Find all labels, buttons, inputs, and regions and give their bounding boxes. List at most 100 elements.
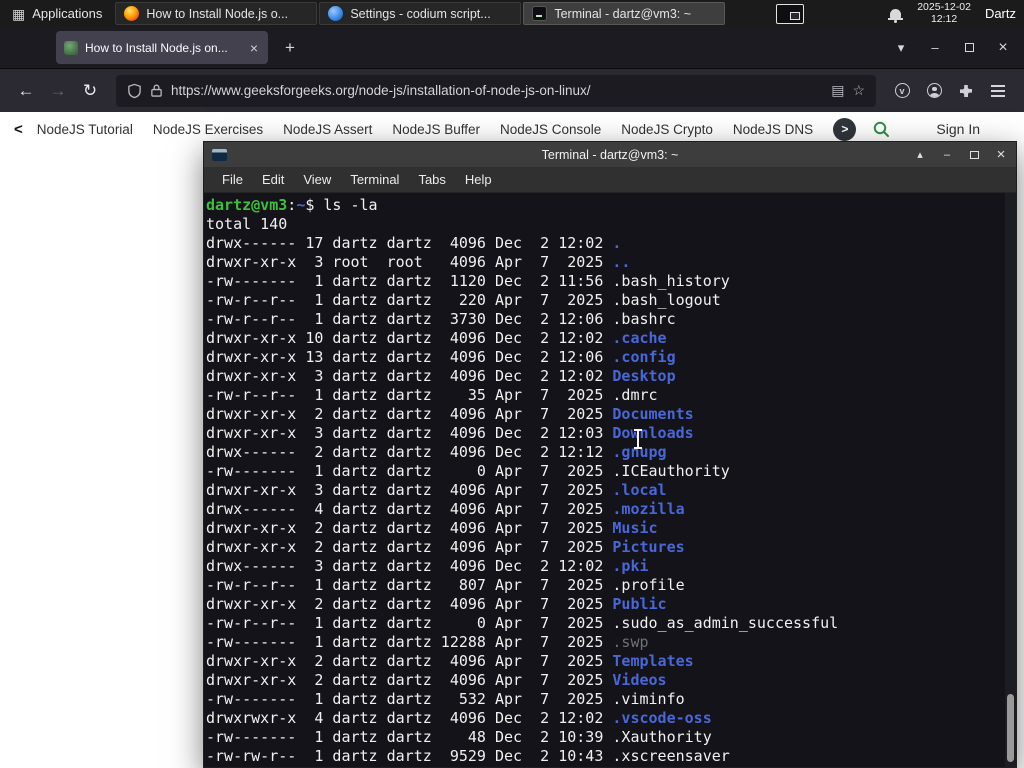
browser-toolbar: ← → ↻ https://www.geeksforgeeks.org/node…	[0, 68, 1024, 112]
site-nav-item[interactable]: NodeJS Crypto	[621, 122, 713, 137]
nav-scroll-right-button[interactable]: >	[833, 117, 857, 141]
terminal-line: -rw-r--r-- 1 dartz dartz 220 Apr 7 2025 …	[206, 291, 721, 309]
url-bar[interactable]: https://www.geeksforgeeks.org/node-js/in…	[116, 74, 876, 107]
terminal-line: drwxr-xr-x 2 dartz dartz 4096 Apr 7 2025…	[206, 405, 694, 423]
terminal-scrollbar-thumb[interactable]	[1007, 694, 1014, 762]
tab-favicon-icon	[64, 40, 78, 55]
terminal-minimize-button[interactable]: –	[940, 149, 954, 161]
list-tabs-button[interactable]: ▾	[884, 34, 918, 62]
reload-button[interactable]: ↻	[74, 76, 106, 106]
terminal-menu-edit[interactable]: Edit	[262, 172, 284, 187]
reader-view-icon[interactable]: ▤	[831, 82, 844, 99]
terminal-shade-button[interactable]: ▴	[913, 148, 927, 161]
lock-icon[interactable]	[150, 83, 163, 98]
file-name: .xscreensaver	[612, 747, 730, 765]
account-button[interactable]	[918, 76, 950, 106]
panel-clock[interactable]: 2025-12-02 12:12	[917, 1, 971, 25]
applications-menu-button[interactable]: ▦ Applications	[0, 0, 114, 27]
terminal-menu-help[interactable]: Help	[465, 172, 492, 187]
pocket-icon: v	[894, 83, 910, 98]
menu-button[interactable]	[982, 76, 1014, 106]
bookmark-star-icon[interactable]: ☆	[852, 82, 865, 99]
site-search-button[interactable]	[872, 120, 890, 138]
terminal-line: drwxr-xr-x 2 dartz dartz 4096 Apr 7 2025…	[206, 671, 667, 689]
site-nav-item[interactable]: NodeJS Console	[500, 122, 601, 137]
clock-date: 2025-12-02	[917, 1, 971, 13]
site-nav-item[interactable]: NodeJS Exercises	[153, 122, 263, 137]
taskbar-item-terminal[interactable]: Terminal - dartz@vm3: ~	[523, 2, 726, 25]
url-text[interactable]: https://www.geeksforgeeks.org/node-js/in…	[171, 83, 823, 98]
file-name: .dmrc	[612, 386, 658, 404]
file-name: .gnupg	[612, 443, 667, 461]
site-nav-item[interactable]: NodeJS Tutorial	[37, 122, 133, 137]
terminal-title: Terminal - dartz@vm3: ~	[541, 147, 679, 162]
taskbar-item-settings[interactable]: Settings - codium script...	[319, 2, 522, 25]
window-controls: ▾ – ×	[884, 34, 1020, 62]
terminal-menu-terminal[interactable]: Terminal	[350, 172, 399, 187]
applications-label: Applications	[32, 6, 103, 21]
terminal-line: drwxr-xr-x 2 dartz dartz 4096 Apr 7 2025…	[206, 652, 694, 670]
browser-maximize-button[interactable]	[952, 34, 986, 62]
taskbar-item-firefox[interactable]: How to Install Node.js o...	[115, 2, 318, 25]
terminal-close-button[interactable]: ×	[994, 146, 1008, 163]
file-name: .local	[612, 481, 667, 499]
file-name: .bashrc	[612, 310, 676, 328]
browser-minimize-button[interactable]: –	[918, 34, 952, 62]
site-nav-links: NodeJS Tutorial NodeJS Exercises NodeJS As…	[37, 122, 828, 137]
terminal-line: -rw-r--r-- 1 dartz dartz 3730 Dec 2 12:0…	[206, 310, 676, 328]
forward-button[interactable]: →	[42, 76, 74, 106]
terminal-line: drwxr-xr-x 3 dartz dartz 4096 Dec 2 12:0…	[206, 424, 694, 442]
site-nav-item[interactable]: NodeJS DNS	[733, 122, 813, 137]
tray-terminal-icon[interactable]	[776, 3, 805, 24]
shield-icon[interactable]	[127, 83, 142, 99]
sign-in-button[interactable]: Sign In	[936, 121, 980, 137]
terminal-titlebar[interactable]: Terminal - dartz@vm3: ~ ▴ – ×	[204, 142, 1016, 167]
tab-nodejs-install[interactable]: How to Install Node.js on... ×	[56, 31, 268, 64]
file-name: .mozilla	[612, 500, 685, 518]
new-tab-button[interactable]: +	[276, 36, 304, 60]
terminal-menu-tabs[interactable]: Tabs	[418, 172, 445, 187]
desktop: ▦ Applications How to Install Node.js o.…	[0, 0, 1024, 768]
back-button[interactable]: ←	[10, 76, 42, 106]
terminal-line: -rw------- 1 dartz dartz 12288 Apr 7 202…	[206, 633, 649, 651]
file-name: .pki	[612, 557, 649, 575]
maximize-icon	[964, 43, 974, 52]
terminal-line: drwxr-xr-x 2 dartz dartz 4096 Apr 7 2025…	[206, 595, 667, 613]
file-name: .viminfo	[612, 690, 685, 708]
terminal-line: drwxrwxr-x 4 dartz dartz 4096 Dec 2 12:0…	[206, 709, 712, 727]
site-nav-item[interactable]: NodeJS Buffer	[392, 122, 480, 137]
notification-bell-icon[interactable]	[888, 9, 904, 23]
terminal-line: drwxr-xr-x 3 dartz dartz 4096 Apr 7 2025…	[206, 481, 667, 499]
site-nav-item[interactable]: NodeJS Assert	[283, 122, 372, 137]
terminal-menu-file[interactable]: File	[222, 172, 243, 187]
terminal-body[interactable]: dartz@vm3:~$ ls -la total 140 drwx------…	[204, 193, 1016, 767]
terminal-line: drwxr-xr-x 13 dartz dartz 4096 Dec 2 12:…	[206, 348, 676, 366]
terminal-line: drwxr-xr-x 10 dartz dartz 4096 Dec 2 12:…	[206, 329, 667, 347]
terminal-line: -rw------- 1 dartz dartz 48 Dec 2 10:39 …	[206, 728, 712, 746]
prompt-colon: :	[287, 196, 297, 214]
browser-close-button[interactable]: ×	[986, 34, 1020, 62]
file-name: Music	[612, 519, 658, 537]
file-name: ..	[612, 253, 631, 271]
tab-close-icon[interactable]: ×	[248, 40, 260, 56]
file-name: .Xauthority	[612, 728, 712, 746]
search-icon	[874, 121, 890, 137]
terminal-line: -rw------- 1 dartz dartz 0 Apr 7 2025 .I…	[206, 462, 730, 480]
pocket-button[interactable]: v	[886, 76, 918, 106]
terminal-line: drwx------ 2 dartz dartz 4096 Dec 2 12:1…	[206, 443, 667, 461]
terminal-menubar: File Edit View Terminal Tabs Help	[204, 167, 1016, 193]
terminal-scrollbar[interactable]	[1005, 193, 1016, 767]
terminal-line: -rw-rw-r-- 1 dartz dartz 9529 Dec 2 10:4…	[206, 747, 730, 765]
file-name: Pictures	[612, 538, 685, 556]
terminal-line: drwxr-xr-x 2 dartz dartz 4096 Apr 7 2025…	[206, 538, 685, 556]
terminal-menu-view[interactable]: View	[303, 172, 331, 187]
terminal-maximize-button[interactable]	[967, 150, 981, 159]
terminal-icon	[532, 6, 548, 21]
clock-time: 12:12	[930, 12, 958, 25]
extensions-button[interactable]	[950, 76, 982, 106]
puzzle-icon	[960, 84, 972, 97]
nav-scroll-left-icon[interactable]: <	[14, 121, 23, 138]
terminal-line: -rw------- 1 dartz dartz 532 Apr 7 2025 …	[206, 690, 685, 708]
terminal-line: drwxr-xr-x 2 dartz dartz 4096 Apr 7 2025…	[206, 519, 658, 537]
file-name: Public	[612, 595, 667, 613]
